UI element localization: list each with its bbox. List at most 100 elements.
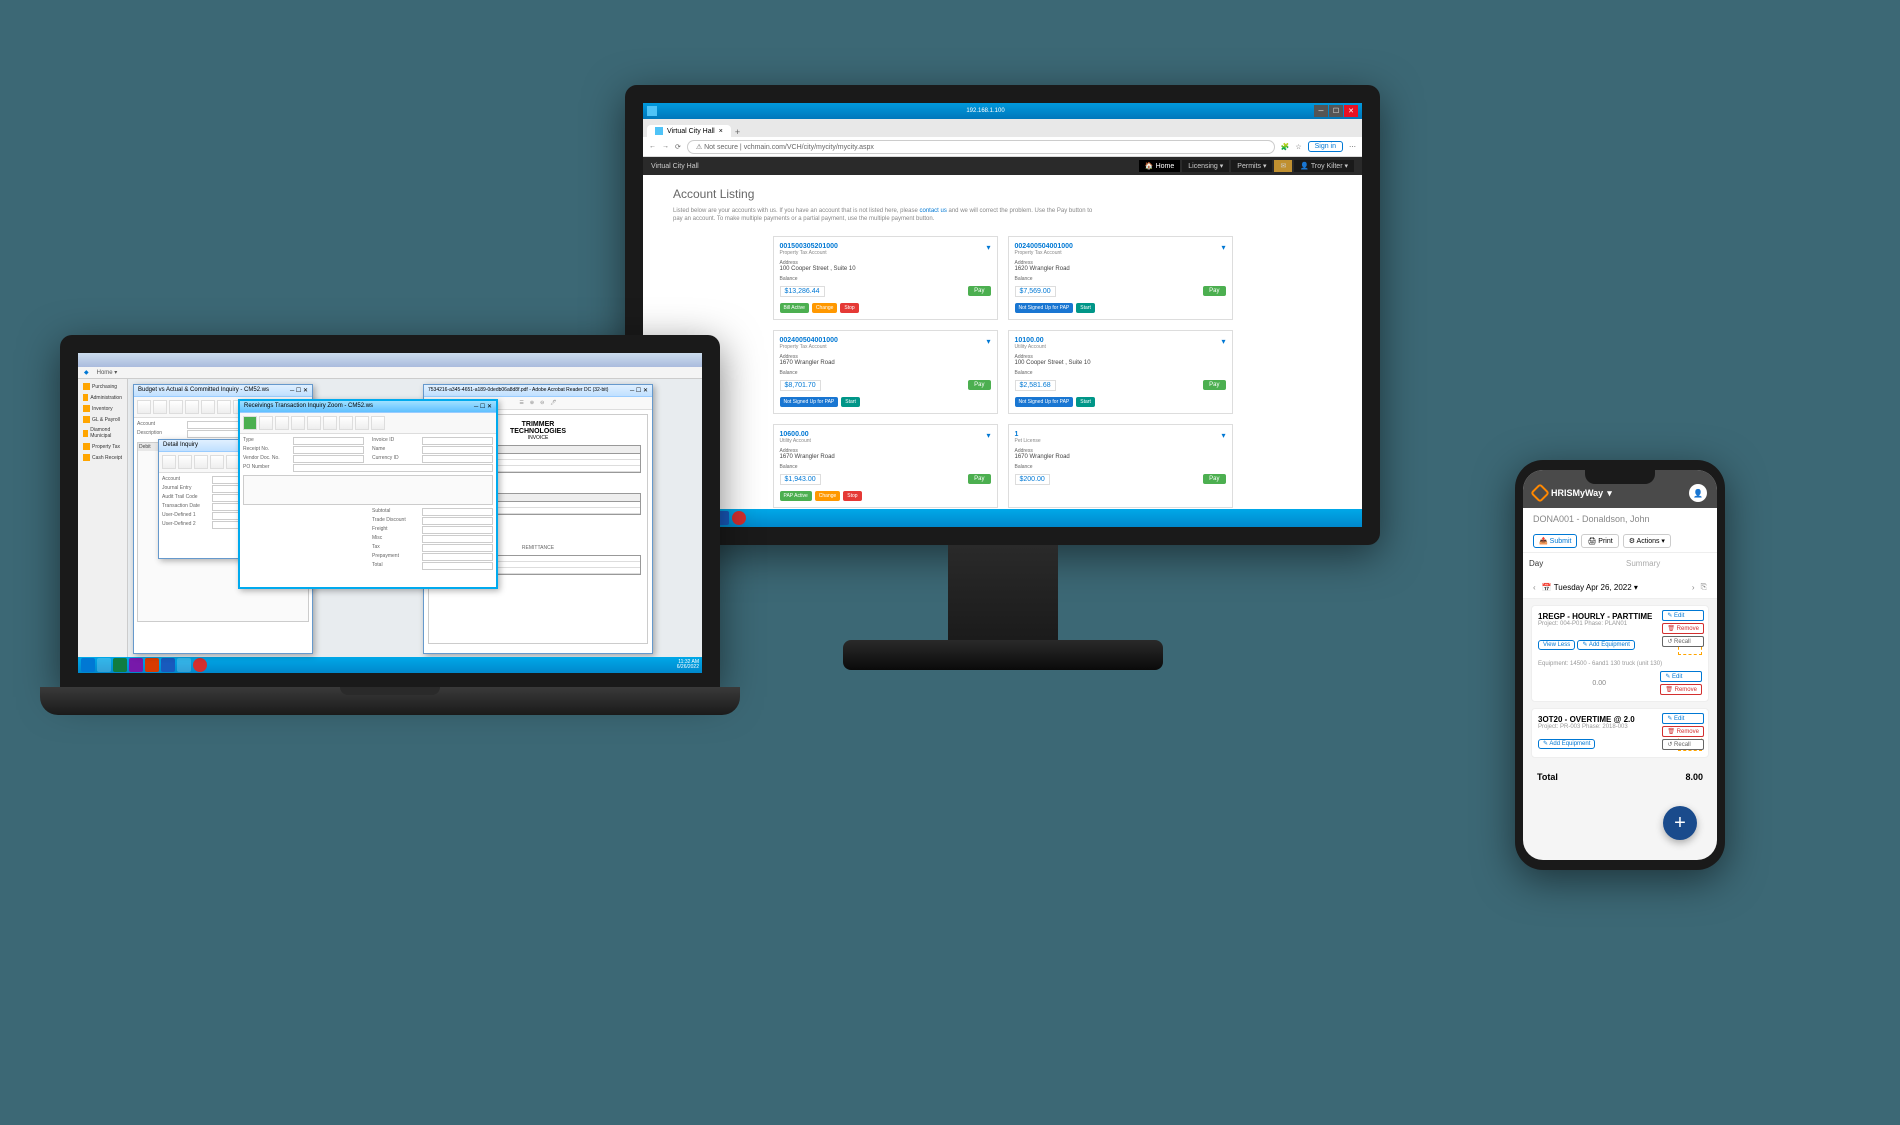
date-prev-icon[interactable]: ‹ (1533, 583, 1536, 592)
pdf-tool-icon[interactable]: ⊕ (530, 400, 534, 406)
chevron-down-icon[interactable]: ▾ (1607, 488, 1612, 499)
sidebar-item[interactable]: Diamond Municipal (80, 425, 125, 441)
extension-icon[interactable]: 🧩 (1281, 143, 1290, 151)
nav-mail-icon[interactable]: ✉ (1274, 160, 1292, 172)
tab-close-icon[interactable]: × (719, 128, 723, 135)
minimize-button[interactable]: ─ (1314, 105, 1328, 117)
tool-icon[interactable] (178, 455, 192, 469)
user-avatar[interactable]: 👤 (1689, 484, 1707, 502)
tool-icon[interactable] (217, 400, 231, 414)
tool-icon[interactable] (210, 455, 224, 469)
pdf-tool-icon[interactable]: 🖊 (550, 400, 556, 406)
word-icon[interactable] (161, 658, 175, 672)
ribbon-home[interactable]: Home ▾ (97, 369, 118, 376)
pill-button[interactable]: ✎ Add Equipment (1577, 640, 1634, 650)
tool-icon[interactable] (339, 416, 353, 430)
sidebar-item[interactable]: GL & Payroll (80, 414, 125, 425)
browser-tab[interactable]: Virtual City Hall × (647, 125, 731, 137)
forward-icon[interactable]: → (662, 143, 669, 150)
system-clock[interactable]: 11:32 AM 6/26/2022 (677, 660, 699, 670)
tool-icon[interactable] (169, 400, 183, 414)
trend-icon[interactable] (732, 511, 746, 525)
submit-button[interactable]: 📤 Submit (1533, 534, 1577, 548)
entry-action-button[interactable]: 🗑 Remove (1662, 623, 1704, 634)
account-number-link[interactable]: 1 (1015, 431, 1226, 438)
pay-button[interactable]: Pay (1203, 380, 1225, 390)
window-controls[interactable]: ─ ☐ ✕ (630, 387, 648, 394)
onenote-icon[interactable] (129, 658, 143, 672)
nav-home[interactable]: 🏠 Home (1139, 160, 1180, 172)
account-number-link[interactable]: 002400504001000 (780, 337, 991, 344)
taskbar-icon[interactable] (97, 658, 111, 672)
tool-icon[interactable] (275, 416, 289, 430)
tool-icon[interactable] (137, 400, 151, 414)
sidebar-item[interactable]: Inventory (80, 403, 125, 414)
pay-button[interactable]: Pay (968, 474, 990, 484)
menu-icon[interactable]: ⋯ (1349, 143, 1356, 151)
entry-action-button[interactable]: ↺ Recall (1662, 739, 1704, 750)
new-tab-button[interactable]: + (735, 127, 740, 137)
tool-icon[interactable] (291, 416, 305, 430)
contact-link[interactable]: contact us (919, 208, 946, 214)
back-icon[interactable]: ← (649, 143, 656, 150)
refresh-icon[interactable]: ⟳ (675, 143, 681, 151)
nav-permits[interactable]: Permits ▾ (1231, 160, 1272, 172)
pay-button[interactable]: Pay (1203, 286, 1225, 296)
entry-action-button[interactable]: ✎ Edit (1660, 671, 1702, 682)
pdf-tool-icon[interactable]: ⊖ (540, 400, 544, 406)
date-next-icon[interactable]: › (1692, 583, 1695, 592)
tool-icon[interactable] (185, 400, 199, 414)
nav-user[interactable]: 👤 Troy Kilter ▾ (1294, 160, 1354, 172)
window-controls[interactable]: ─ ☐ ✕ (474, 403, 492, 410)
pdf-tool-icon[interactable]: ☰ (519, 400, 523, 406)
trend-icon[interactable] (193, 658, 207, 672)
pay-button[interactable]: Pay (1203, 474, 1225, 484)
entry-action-button[interactable]: ✎ Edit (1662, 610, 1704, 621)
window-controls[interactable]: ─ ☐ ✕ (290, 387, 308, 394)
tab-day[interactable]: Day (1523, 553, 1620, 576)
tool-icon[interactable] (162, 455, 176, 469)
line-items-grid[interactable] (243, 475, 493, 505)
tool-icon[interactable] (371, 416, 385, 430)
print-button[interactable]: 🖨 Print (1581, 534, 1618, 548)
app-menu-icon[interactable]: ◆ (84, 369, 89, 376)
pill-button[interactable]: ✎ Add Equipment (1538, 739, 1595, 749)
pill-button[interactable]: View Less (1538, 640, 1575, 650)
app-logo[interactable]: HRISMyWay ▾ (1533, 486, 1612, 500)
copy-icon[interactable]: ⎘ (1701, 582, 1707, 592)
account-number-link[interactable]: 002400504001000 (1015, 243, 1226, 250)
account-number-link[interactable]: 001500305201000 (780, 243, 991, 250)
chevron-down-icon[interactable]: ▾ (1221, 431, 1225, 440)
actions-dropdown[interactable]: ⚙ Actions ▾ (1623, 534, 1671, 548)
chevron-down-icon[interactable]: ▾ (1221, 243, 1225, 252)
excel-icon[interactable] (113, 658, 127, 672)
url-input[interactable]: ⚠ Not secure | vchmain.com/VCH/city/myci… (687, 140, 1275, 154)
add-fab-button[interactable]: + (1663, 806, 1697, 840)
tool-icon[interactable] (259, 416, 273, 430)
tool-icon[interactable] (307, 416, 321, 430)
nav-licensing[interactable]: Licensing ▾ (1182, 160, 1229, 172)
start-button[interactable] (81, 658, 95, 672)
maximize-button[interactable]: ☐ (1329, 105, 1343, 117)
tool-icon[interactable] (194, 455, 208, 469)
chevron-down-icon[interactable]: ▾ (986, 431, 990, 440)
ok-button[interactable] (243, 416, 257, 430)
sidebar-item[interactable]: Administration (80, 392, 125, 403)
account-number-link[interactable]: 10600.00 (780, 431, 991, 438)
tool-icon[interactable] (153, 400, 167, 414)
tool-icon[interactable] (201, 400, 215, 414)
pay-button[interactable]: Pay (968, 286, 990, 296)
entry-action-button[interactable]: ↺ Recall (1662, 636, 1704, 647)
chevron-down-icon[interactable]: ▾ (986, 337, 990, 346)
sidebar-item[interactable]: Property Tax (80, 441, 125, 452)
signin-button[interactable]: Sign in (1308, 141, 1343, 152)
entry-action-button[interactable]: 🗑 Remove (1660, 684, 1702, 695)
chevron-down-icon[interactable]: ▾ (986, 243, 990, 252)
powerpoint-icon[interactable] (145, 658, 159, 672)
receivings-inquiry-window[interactable]: Receivings Transaction Inquiry Zoom - CM… (238, 399, 498, 589)
date-selector[interactable]: ‹ 📅 Tuesday Apr 26, 2022 ▾ › ⎘ (1523, 576, 1717, 599)
tool-icon[interactable] (323, 416, 337, 430)
favorite-icon[interactable]: ☆ (1295, 143, 1301, 151)
sidebar-item[interactable]: Purchasing (80, 381, 125, 392)
sidebar-item[interactable]: Cash Receipt (80, 452, 125, 463)
